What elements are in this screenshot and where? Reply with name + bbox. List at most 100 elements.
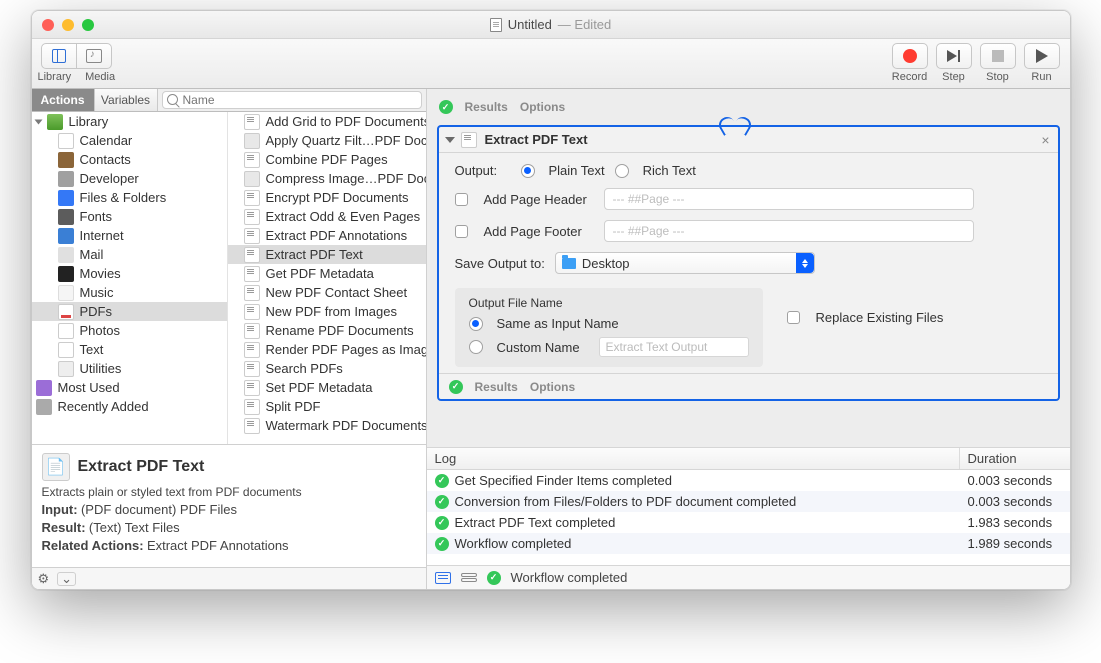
action-item[interactable]: Add Grid to PDF Documents xyxy=(228,112,426,131)
options-link[interactable]: Options xyxy=(530,380,575,394)
chevron-down-icon[interactable] xyxy=(57,572,76,586)
custom-name-input[interactable]: Extract Text Output xyxy=(599,337,749,357)
action-item[interactable]: Set PDF Metadata xyxy=(228,378,426,397)
action-item[interactable]: Encrypt PDF Documents xyxy=(228,188,426,207)
action-item[interactable]: Extract Odd & Even Pages xyxy=(228,207,426,226)
stop-icon xyxy=(992,50,1004,62)
category-list[interactable]: Library CalendarContactsDeveloperFiles &… xyxy=(32,112,228,444)
action-item[interactable]: Render PDF Pages as Images xyxy=(228,340,426,359)
output-label: Output: xyxy=(455,163,511,178)
category-item[interactable]: Text xyxy=(32,340,227,359)
action-item[interactable]: Split PDF xyxy=(228,397,426,416)
search-input[interactable] xyxy=(162,91,422,109)
close-window-button[interactable] xyxy=(42,19,54,31)
radio-plain-text[interactable] xyxy=(521,164,535,178)
category-icon xyxy=(58,266,74,282)
action-item[interactable]: Compress Image…PDF Documents xyxy=(228,169,426,188)
options-link[interactable]: Options xyxy=(520,100,565,114)
stop-button[interactable] xyxy=(980,43,1016,69)
page-footer-input[interactable]: --- ##Page --- xyxy=(604,220,974,242)
action-item[interactable]: New PDF from Images xyxy=(228,302,426,321)
minimize-window-button[interactable] xyxy=(62,19,74,31)
category-most-used[interactable]: Most Used xyxy=(32,378,227,397)
status-ok-icon: ✓ xyxy=(449,380,463,394)
library-toggle-button[interactable] xyxy=(41,43,77,69)
log-row[interactable]: ✓Conversion from Files/Folders to PDF do… xyxy=(427,491,1070,512)
pdf-action-icon xyxy=(461,132,477,148)
category-item[interactable]: Movies xyxy=(32,264,227,283)
window-subtitle: — Edited xyxy=(558,17,611,32)
log-body[interactable]: ✓Get Specified Finder Items completed0.0… xyxy=(427,470,1070,565)
media-icon xyxy=(86,49,102,63)
action-icon xyxy=(244,361,260,377)
log-row[interactable]: ✓Extract PDF Text completed1.983 seconds xyxy=(427,512,1070,533)
category-item[interactable]: Photos xyxy=(32,321,227,340)
category-item[interactable]: Utilities xyxy=(32,359,227,378)
action-item[interactable]: Extract PDF Annotations xyxy=(228,226,426,245)
document-icon xyxy=(490,18,502,32)
log-column-duration[interactable]: Duration xyxy=(960,448,1070,469)
category-icon xyxy=(58,228,74,244)
log-row[interactable]: ✓Workflow completed1.989 seconds xyxy=(427,533,1070,554)
recently-added-icon xyxy=(36,399,52,415)
category-item[interactable]: Contacts xyxy=(32,150,227,169)
action-large-icon: 📄 xyxy=(42,453,70,481)
action-item[interactable]: Apply Quartz Filt…PDF Documents xyxy=(228,131,426,150)
radio-rich-text[interactable] xyxy=(615,164,629,178)
action-item[interactable]: Extract PDF Text xyxy=(228,245,426,264)
zoom-window-button[interactable] xyxy=(82,19,94,31)
action-item[interactable]: Rename PDF Documents xyxy=(228,321,426,340)
run-button[interactable] xyxy=(1024,43,1060,69)
category-item[interactable]: Calendar xyxy=(32,131,227,150)
action-item[interactable]: Combine PDF Pages xyxy=(228,150,426,169)
view-mode-flow-icon[interactable] xyxy=(461,573,477,583)
category-library[interactable]: Library xyxy=(32,112,227,131)
status-ok-icon: ✓ xyxy=(487,571,501,585)
checkbox-add-page-footer[interactable] xyxy=(455,225,468,238)
results-link[interactable]: Results xyxy=(465,100,508,114)
library-panel: Actions Variables Library CalendarContac… xyxy=(32,89,427,589)
action-item[interactable]: Watermark PDF Documents xyxy=(228,416,426,435)
category-item[interactable]: Music xyxy=(32,283,227,302)
category-item[interactable]: Internet xyxy=(32,226,227,245)
actions-list[interactable]: Add Grid to PDF DocumentsApply Quartz Fi… xyxy=(228,112,426,444)
disclosure-icon[interactable] xyxy=(445,137,455,143)
radio-same-as-input[interactable] xyxy=(469,317,483,331)
category-icon xyxy=(58,304,74,320)
record-button[interactable] xyxy=(892,43,928,69)
checkbox-replace-existing[interactable] xyxy=(787,311,800,324)
view-mode-list-icon[interactable] xyxy=(435,572,451,584)
log-panel: Log Duration ✓Get Specified Finder Items… xyxy=(427,447,1070,565)
library-icon xyxy=(52,49,66,63)
stop-label: Stop xyxy=(986,71,1009,83)
log-row[interactable]: ✓Get Specified Finder Items completed0.0… xyxy=(427,470,1070,491)
results-link[interactable]: Results xyxy=(475,380,518,394)
save-destination-select[interactable]: Desktop xyxy=(555,252,815,274)
category-recently-added[interactable]: Recently Added xyxy=(32,397,227,416)
media-toggle-button[interactable] xyxy=(76,43,112,69)
radio-custom-name[interactable] xyxy=(469,340,483,354)
search-icon xyxy=(167,94,178,105)
log-column-message[interactable]: Log xyxy=(427,448,960,469)
category-item[interactable]: Fonts xyxy=(32,207,227,226)
step-button[interactable] xyxy=(936,43,972,69)
remove-action-button[interactable]: × xyxy=(1041,132,1049,148)
page-header-input[interactable]: --- ##Page --- xyxy=(604,188,974,210)
gear-icon[interactable] xyxy=(38,571,50,587)
checkbox-add-page-header[interactable] xyxy=(455,193,468,206)
category-item[interactable]: Files & Folders xyxy=(32,188,227,207)
category-icon xyxy=(58,190,74,206)
action-item[interactable]: New PDF Contact Sheet xyxy=(228,283,426,302)
tab-variables[interactable]: Variables xyxy=(95,89,158,111)
record-icon xyxy=(903,49,917,63)
category-item[interactable]: Developer xyxy=(32,169,227,188)
library-footer xyxy=(32,567,426,589)
bottom-status-text: Workflow completed xyxy=(511,570,628,585)
category-icon xyxy=(58,209,74,225)
action-item[interactable]: Get PDF Metadata xyxy=(228,264,426,283)
category-icon xyxy=(58,247,74,263)
category-item[interactable]: PDFs xyxy=(32,302,227,321)
action-item[interactable]: Search PDFs xyxy=(228,359,426,378)
category-item[interactable]: Mail xyxy=(32,245,227,264)
tab-actions[interactable]: Actions xyxy=(32,89,95,111)
